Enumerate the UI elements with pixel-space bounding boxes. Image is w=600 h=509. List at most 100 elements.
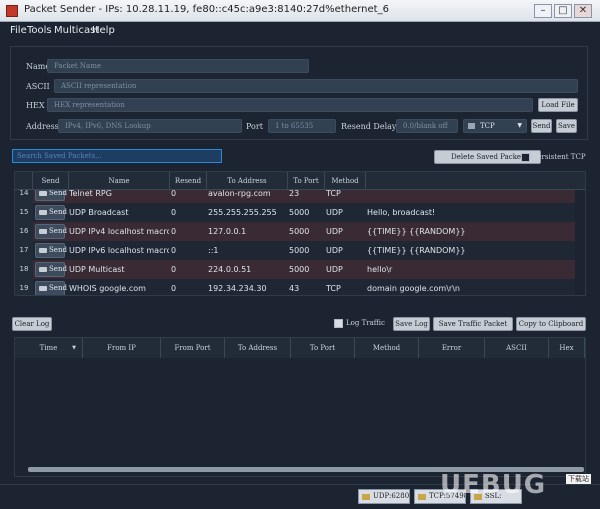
lock-icon [362,494,370,500]
load-file-button[interactable]: Load File [538,98,578,112]
menu-tools[interactable]: Tools [27,25,52,36]
cell-ascii: {{TIME}} {{RANDOM}} [367,227,466,236]
row-send-button[interactable]: Send [35,205,67,220]
table-row[interactable]: 16 Send UDP IPv4 localhost macro 0 127.0… [15,222,575,241]
cell-method: UDP [326,208,343,217]
log-traffic-label: Log Traffic [346,319,385,327]
log-header-error[interactable]: Error [419,338,485,358]
log-header-hex[interactable]: Hex [549,338,585,358]
udp-status-button[interactable]: UDP:62808 [358,489,410,504]
hex-input[interactable]: HEX representation [47,98,533,112]
clear-log-button[interactable]: Clear Log [12,317,52,331]
traffic-log-table: Time ▼ From IP From Port To Address To P… [14,337,586,477]
menu-help[interactable]: Help [92,25,115,36]
menu-file[interactable]: File [10,25,27,36]
send-label: Send [49,189,67,197]
header-to-address[interactable]: To Address [207,172,288,190]
cell-ascii: {{TIME}} {{RANDOM}} [367,246,466,255]
row-send-button[interactable]: Send [35,262,67,277]
cell-address: 192.34.234.30 [208,284,267,293]
send-label: Send [49,227,67,235]
send-icon [39,191,47,196]
send-icon [39,229,47,234]
saved-packets-table: 14 Send Telnet RPG 0 avalon-rpg.com 23 T… [14,171,586,296]
ascii-input[interactable]: ASCII representation [54,79,578,93]
cell-address: ::1 [208,246,219,255]
name-input[interactable]: Packet Name [47,59,309,73]
cell-port: 5000 [289,265,310,274]
cell-address: 127.0.0.1 [208,227,247,236]
protocol-select[interactable]: TCP ▼ [463,119,527,133]
header-to-port[interactable]: To Port [288,172,325,190]
table-row[interactable]: 19 Send WHOIS google.com 0 192.34.234.30… [15,279,575,295]
port-input[interactable]: 1 to 65535 [268,119,336,133]
cell-resend: 0 [171,208,177,217]
send-button[interactable]: Send [531,119,552,133]
close-button[interactable]: ✕ [574,4,592,18]
send-label: Send [49,265,67,273]
row-send-button[interactable]: Send [35,224,67,239]
log-traffic-checkbox[interactable] [334,319,343,328]
log-header-ascii[interactable]: ASCII [485,338,549,358]
cell-method: TCP [326,284,341,293]
cell-port: 5000 [289,227,310,236]
search-saved-packets-input[interactable]: Search Saved Packets... [12,149,222,163]
cell-resend: 0 [171,284,177,293]
cell-resend: 0 [171,227,177,236]
log-header-method[interactable]: Method [355,338,419,358]
row-number-header [15,172,33,190]
cell-name: UDP Multicast [69,265,125,274]
row-send-button[interactable]: Send [35,281,67,295]
save-traffic-packet-button[interactable]: Save Traffic Packet [433,317,513,331]
cell-ascii: domain google.com\r\n [367,284,460,293]
minimize-button[interactable]: – [534,4,552,18]
protocol-value: TCP [480,122,495,130]
log-header-from-port[interactable]: From Port [161,338,225,358]
cell-name: UDP Broadcast [69,208,129,217]
cell-name: WHOIS google.com [69,284,146,293]
row-send-button[interactable]: Send [35,243,67,258]
maximize-button[interactable]: □ [554,4,572,18]
hex-label: HEX [26,101,45,110]
persistent-tcp-label: Persistent TCP [533,153,586,161]
send-label: Send [49,246,67,254]
cell-port: 43 [289,284,300,293]
copy-to-clipboard-button[interactable]: Copy to Clipboard [516,317,586,331]
cell-name: UDP IPv6 localhost macro [69,246,169,255]
header-method[interactable]: Method [325,172,366,190]
port-label: Port [246,122,263,131]
header-name[interactable]: Name [69,172,170,190]
send-icon [39,286,47,291]
address-label: Address [26,122,59,131]
header-send[interactable]: Send [33,172,69,190]
save-log-button[interactable]: Save Log [393,317,430,331]
table-row[interactable]: 15 Send UDP Broadcast 0 255.255.255.255 … [15,203,575,222]
cell-port: 5000 [289,208,310,217]
send-icon [39,248,47,253]
row-number: 19 [15,279,33,295]
address-input[interactable]: IPv4, IPv6, DNS Lookup [58,119,242,133]
header-resend[interactable]: Resend [170,172,207,190]
table-header: Send Name Resend To Address To Port Meth… [15,172,585,190]
save-button[interactable]: Save [556,119,577,133]
table-row[interactable]: 17 Send UDP IPv6 localhost macro 0 ::1 5… [15,241,575,260]
row-number: 15 [15,203,33,222]
send-label: Send [49,208,67,216]
row-number: 17 [15,241,33,260]
log-header-to-address[interactable]: To Address [225,338,291,358]
window-title: Packet Sender - IPs: 10.28.11.19, fe80::… [24,4,389,15]
cell-ascii: hello\r [367,265,393,274]
log-header-to-port[interactable]: To Port [291,338,355,358]
cell-resend: 0 [171,246,177,255]
log-header-time-label: Time [39,344,58,352]
log-header-from-ip[interactable]: From IP [83,338,161,358]
table-row[interactable]: 18 Send UDP Multicast 0 224.0.0.51 5000 … [15,260,575,279]
app-icon [6,5,18,17]
title-bar: Packet Sender - IPs: 10.28.11.19, fe80::… [0,0,600,22]
log-header-time[interactable]: Time ▼ [15,338,83,358]
protocol-icon [468,123,475,129]
cell-resend: 0 [171,265,177,274]
resend-delay-input[interactable]: 0.0/blank off [396,119,458,133]
ascii-label: ASCII [26,82,50,91]
persistent-tcp-checkbox[interactable] [521,153,530,162]
